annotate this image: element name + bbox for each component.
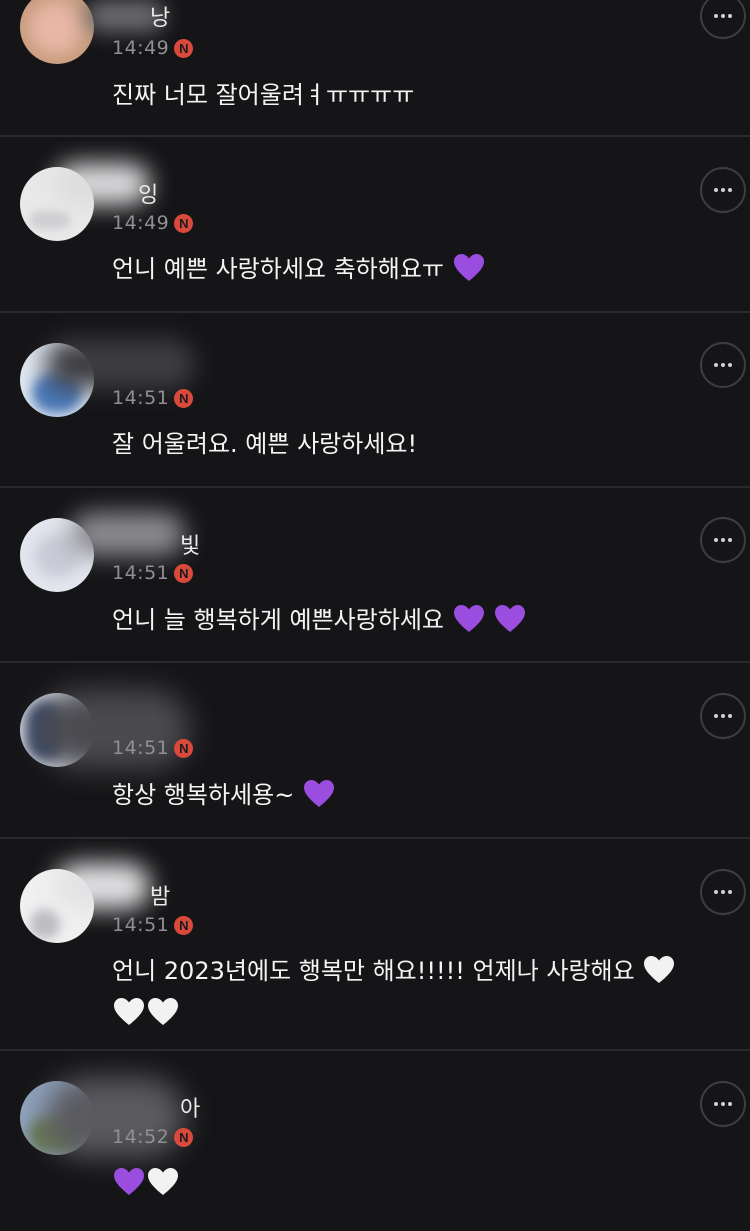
heart-icon [303, 780, 334, 807]
name-redaction [55, 863, 150, 909]
comment-text [112, 1162, 732, 1204]
avatar[interactable] [20, 0, 94, 64]
comment-time: 14:52 [112, 1126, 170, 1148]
comment-time: 14:51 [112, 387, 170, 409]
comment-item: 아 14:52 N [0, 1051, 750, 1231]
new-badge-icon: N [174, 38, 194, 58]
comment-body: 진짜 너모 잘어울려ㅕㅠㅠㅠㅠ [112, 81, 415, 109]
comment-body: 언니 늘 행복하게 예쁜사랑하세요 [112, 606, 445, 634]
commenter-name[interactable]: 아 [180, 1091, 200, 1123]
new-badge-icon: N [174, 738, 194, 758]
heart-icon [114, 998, 144, 1025]
comment-meta: 14:49 N [112, 212, 194, 234]
comment-item: 밤 14:51 N 언니 2023년에도 행복만 해요!!!!! 언제나 사랑해… [0, 839, 750, 1051]
new-badge-icon: N [174, 1127, 194, 1147]
heart-icon [644, 956, 675, 983]
commenter-name[interactable]: 잉 [138, 177, 158, 209]
name-redaction [45, 339, 195, 389]
comment-text: 언니 2023년에도 행복만 해요!!!!! 언제나 사랑해요 [112, 950, 732, 1034]
more-options-button[interactable] [700, 167, 746, 213]
more-options-button[interactable] [700, 693, 746, 739]
comment-body: 언니 예쁜 사랑하세요 축하해요ㅠ [112, 255, 445, 283]
heart-icon [453, 605, 484, 632]
comment-meta: 14:51 N [112, 737, 194, 759]
new-badge-icon: N [174, 915, 194, 935]
name-redaction [70, 512, 185, 556]
more-options-button[interactable] [700, 342, 746, 388]
comment-meta: 14:51 N [112, 562, 194, 584]
heart-icon [453, 254, 484, 281]
comment-meta: 14:51 N [112, 914, 194, 936]
heart-icon [114, 1168, 144, 1195]
commenter-name[interactable]: 낭 [150, 0, 170, 32]
more-options-button[interactable] [700, 1081, 746, 1127]
comment-item: 빛 14:51 N 언니 늘 행복하게 예쁜사랑하세요 [0, 488, 750, 663]
comment-time: 14:51 [112, 914, 170, 936]
comment-item: 14:51 N 항상 행복하세용~ [0, 663, 750, 839]
comment-text: 진짜 너모 잘어울려ㅕㅠㅠㅠㅠ [112, 74, 732, 116]
new-badge-icon: N [174, 563, 194, 583]
comment-body: 잘 어울려요. 예쁜 사랑하세요! [112, 430, 418, 458]
more-options-button[interactable] [700, 0, 746, 39]
comment-meta: 14:49 N [112, 37, 194, 59]
commenter-name[interactable]: 빛 [180, 528, 200, 560]
comment-meta: 14:51 N [112, 387, 194, 409]
new-badge-icon: N [174, 388, 194, 408]
name-redaction [55, 163, 150, 205]
comment-body: 언니 2023년에도 행복만 해요!!!!! 언제나 사랑해요 [112, 957, 635, 985]
new-badge-icon: N [174, 213, 194, 233]
more-options-button[interactable] [700, 517, 746, 563]
comment-time: 14:51 [112, 737, 170, 759]
heart-icon [148, 998, 178, 1025]
comment-item: 잉 14:49 N 언니 예쁜 사랑하세요 축하해요ㅠ [0, 137, 750, 313]
comment-item: 14:51 N 잘 어울려요. 예쁜 사랑하세요! [0, 313, 750, 488]
more-options-button[interactable] [700, 869, 746, 915]
comment-text: 항상 행복하세용~ [112, 774, 732, 816]
heart-icon [495, 605, 526, 632]
comment-time: 14:49 [112, 37, 170, 59]
comment-body: 항상 행복하세용~ [112, 781, 295, 809]
comment-time: 14:51 [112, 562, 170, 584]
comment-item: 낭 14:49 N 진짜 너모 잘어울려ㅕㅠㅠㅠㅠ [0, 0, 750, 137]
comment-meta: 14:52 N [112, 1126, 194, 1148]
comment-time: 14:49 [112, 212, 170, 234]
comment-text: 언니 늘 행복하게 예쁜사랑하세요 [112, 599, 732, 641]
heart-icon [148, 1168, 178, 1195]
comment-text: 언니 예쁜 사랑하세요 축하해요ㅠ [112, 248, 732, 290]
commenter-name[interactable]: 밤 [150, 879, 170, 911]
comment-text: 잘 어울려요. 예쁜 사랑하세요! [112, 423, 732, 465]
